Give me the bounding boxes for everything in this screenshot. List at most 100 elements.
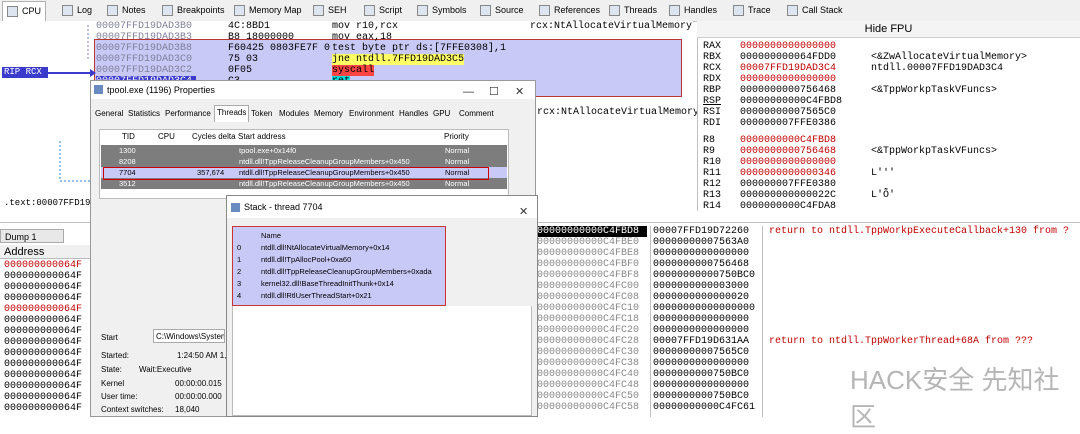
thread-stack-window[interactable]: Stack - thread 7704 ✕ Name 0 ntdll.dll!N… [226, 195, 538, 417]
register-row[interactable]: R14 [703, 201, 721, 212]
trace-icon [733, 5, 744, 16]
register-row[interactable]: R11 [703, 168, 721, 179]
stack-frame-row[interactable]: 0 [237, 242, 241, 253]
column-start-address[interactable]: Start address [238, 132, 286, 141]
instr-comment: rcx:NtAllocateVirtualMemory [530, 21, 693, 32]
register-row[interactable]: RCX [703, 63, 721, 74]
register-row[interactable]: R8 [703, 135, 715, 146]
tab-memory-map[interactable]: Memory Map [234, 2, 302, 19]
tab-call-stack[interactable]: Call Stack [787, 2, 843, 19]
dump-1-tab[interactable]: Dump 1 [0, 229, 64, 243]
stack-address: 00000000000C4FBE0 [537, 237, 640, 248]
tab-cpu[interactable]: CPU [2, 1, 47, 21]
stack-frame-list[interactable]: Name 0 ntdll.dll!NtAllocateVirtualMemory… [232, 226, 446, 306]
disasm-row[interactable]: 00007FFD19DAD3B3 [96, 32, 192, 43]
tab-gpu[interactable]: GPU [433, 107, 450, 121]
dump-address: 000000000064F [4, 260, 83, 271]
register-row[interactable]: R13 [703, 190, 721, 201]
properties-title-bar[interactable]: tpool.exe (1196) Properties — ☐ ✕ [91, 81, 535, 99]
dump-address: 000000000064F [4, 304, 83, 315]
tab-seh[interactable]: SEH [313, 2, 347, 19]
tab-breakpoints[interactable]: Breakpoints [162, 2, 225, 19]
tab-threads[interactable]: Threads [609, 2, 657, 19]
tab-handles[interactable]: Handles [399, 107, 428, 121]
dump-address: 000000000064F [4, 326, 83, 337]
stack-list-empty-area [232, 306, 532, 416]
tab-handles[interactable]: Handles [669, 2, 717, 19]
stack-value: 00000000000000000 [653, 303, 756, 314]
stack-value: 0000000000000000 [653, 314, 750, 325]
tab-statistics[interactable]: Statistics [128, 107, 160, 121]
minimize-button[interactable]: — [463, 83, 474, 101]
tab-trace[interactable]: Trace [733, 2, 771, 19]
top-tab-bar: CPU Log Notes Breakpoints Memory Map SEH… [0, 0, 1080, 22]
stack-address: 00000000000C4FC40 [537, 369, 640, 380]
tab-log[interactable]: Log [62, 2, 92, 19]
table-row[interactable]: 1300 tpool.exe+0x14f0 Normal [101, 145, 507, 156]
register-row[interactable]: R9 [703, 146, 715, 157]
cpu-icon [7, 6, 18, 17]
stack-comment: return to ntdll.TppWorkpExecuteCallback+… [769, 226, 1070, 237]
tab-script[interactable]: Script [364, 2, 402, 19]
tab-threads[interactable]: Threads [214, 105, 250, 122]
disasm-row[interactable]: 00007FFD19DAD3C0 [96, 54, 192, 65]
register-row[interactable]: RAX [703, 41, 721, 52]
stack-frame-row[interactable]: 3 [237, 278, 241, 289]
threads-table[interactable]: TID CPU Cycles delta Start address Prior… [99, 129, 509, 199]
register-row[interactable]: RSP [703, 96, 721, 107]
register-row[interactable]: RSI [703, 107, 721, 118]
column-cycles-delta[interactable]: Cycles delta [192, 132, 236, 141]
maximize-button[interactable]: ☐ [489, 83, 499, 101]
register-row[interactable]: RDX [703, 74, 721, 85]
table-row[interactable]: 8208 ntdll.dll!TppReleaseCleanupGroupMem… [101, 156, 507, 167]
stack-title-bar[interactable]: Stack - thread 7704 ✕ [227, 196, 537, 218]
disasm-row[interactable]: 00007FFD19DAD3B8 [96, 43, 192, 54]
start-path-field[interactable]: C:\Windows\System [153, 329, 225, 343]
dump-address: 000000000064F [4, 315, 83, 326]
stack-frame-row[interactable]: 1 [237, 254, 241, 265]
stack-address-current: 00000000000C4FBD8 [537, 226, 647, 237]
column-cpu[interactable]: CPU [158, 132, 175, 141]
stack-value: 0000000000750BC0 [653, 391, 750, 402]
register-row[interactable]: RDI [703, 118, 721, 129]
stack-frame-row[interactable]: 2 [237, 266, 241, 277]
column-tid[interactable]: TID [122, 132, 135, 141]
hide-fpu-button[interactable]: Hide FPU [697, 21, 1080, 38]
instr-bytes: B8 18000000 [228, 32, 295, 43]
tab-symbols[interactable]: Symbols [417, 2, 467, 19]
state-label: State: [101, 365, 122, 374]
column-name[interactable]: Name [261, 230, 281, 241]
stack-address: 00000000000C4FC58 [537, 402, 640, 413]
tab-comment[interactable]: Comment [459, 107, 494, 121]
tab-notes[interactable]: Notes [107, 2, 146, 19]
close-button[interactable]: ✕ [519, 201, 528, 223]
tab-modules[interactable]: Modules [279, 107, 309, 121]
tab-environment[interactable]: Environment [349, 107, 394, 121]
register-value: 000000000064FDD0 [740, 52, 837, 63]
stack-value: 0000000000750BC0 [653, 369, 750, 380]
tab-token[interactable]: Token [251, 107, 272, 121]
process-icon [94, 85, 103, 94]
dump-address: 000000000064F [4, 337, 83, 348]
register-row[interactable]: R10 [703, 157, 721, 168]
tab-memory[interactable]: Memory [314, 107, 343, 121]
register-row[interactable]: RBX [703, 52, 721, 63]
stack-value-column[interactable]: 00007FFD19D72260 00000000007563A0 000000… [650, 226, 763, 417]
tab-source[interactable]: Source [480, 2, 524, 19]
stack-frame-row[interactable]: 4 [237, 290, 241, 301]
stack-address-column[interactable]: 00000000000C4FBD8 00000000000C4FBE0 0000… [537, 226, 647, 417]
disasm-row[interactable]: 00007FFD19DAD3C2 [96, 65, 192, 76]
dump-addresses[interactable]: 000000000064F 000000000064F 000000000064… [0, 260, 92, 417]
tab-references[interactable]: References [539, 2, 600, 19]
close-button[interactable]: ✕ [515, 83, 524, 101]
stack-address: 00000000000C4FBE8 [537, 248, 640, 259]
stack-frame-name: ntdll.dll!TpAllocPool+0xa60 [261, 255, 352, 264]
tab-performance[interactable]: Performance [165, 107, 211, 121]
disasm-row[interactable]: 00007FFD19DAD3B0 [96, 21, 192, 32]
symbols-icon [417, 5, 428, 16]
register-row[interactable]: R12 [703, 179, 721, 190]
register-comment: ntdll.00007FFD19DAD3C4 [871, 63, 1004, 74]
register-row[interactable]: RBP [703, 85, 721, 96]
column-priority[interactable]: Priority [444, 132, 469, 141]
tab-general[interactable]: General [95, 107, 123, 121]
